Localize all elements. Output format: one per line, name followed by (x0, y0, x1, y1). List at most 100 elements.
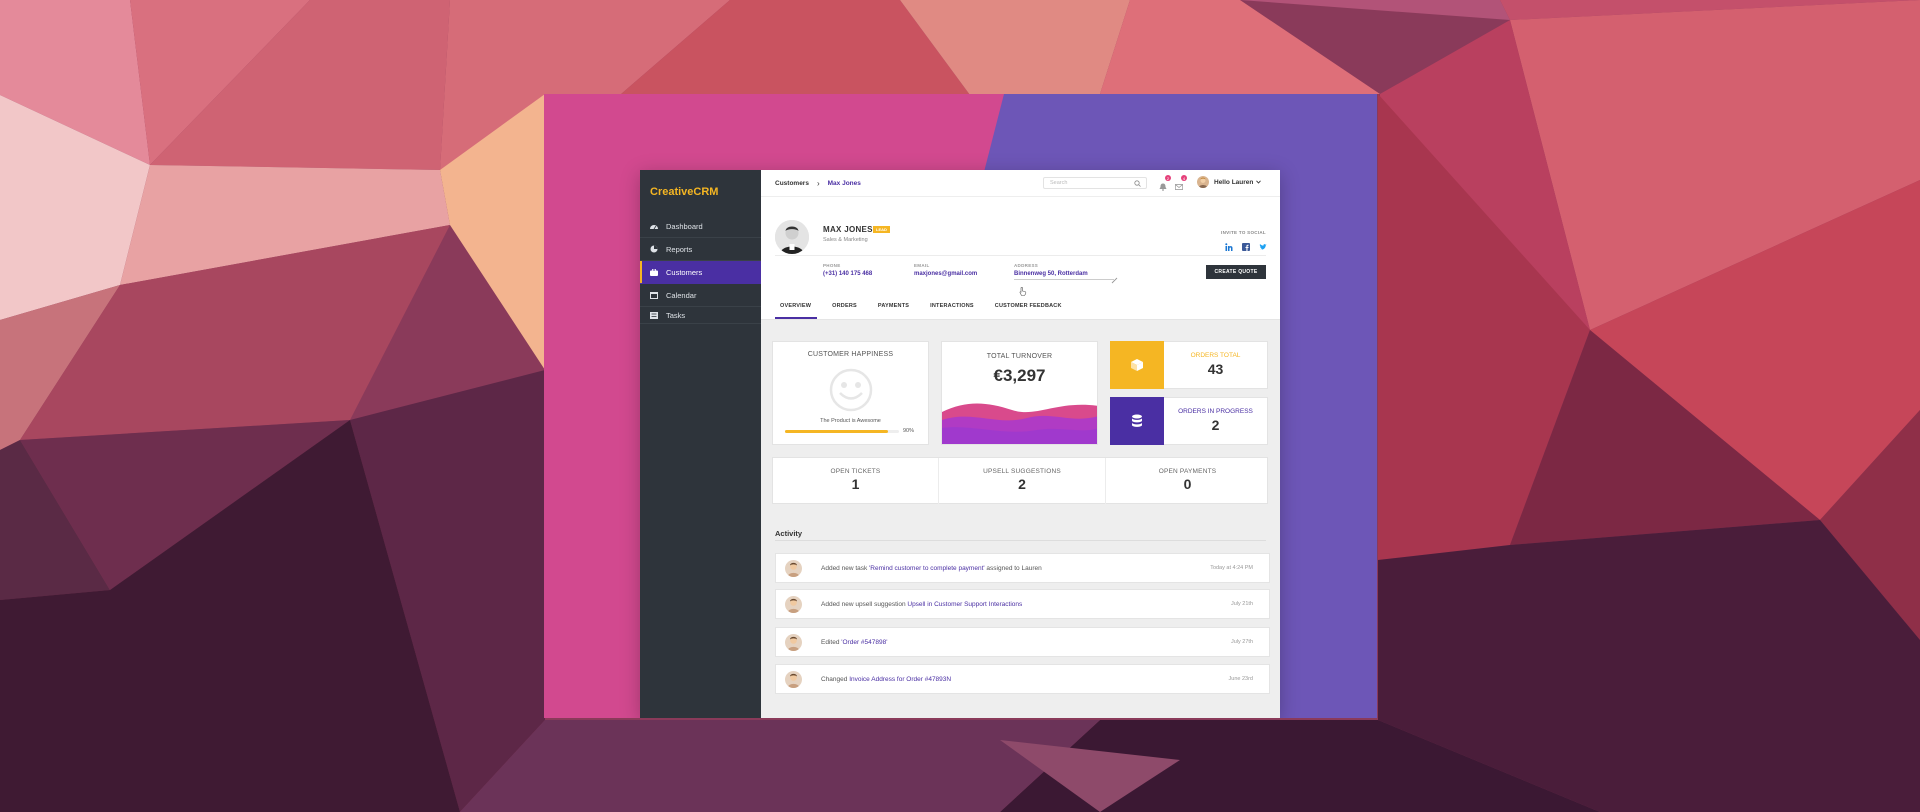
sidebar-item-calendar[interactable]: Calendar (640, 284, 761, 307)
sidebar: CreativeCRM Dashboard Reports Customers … (640, 170, 761, 718)
breadcrumb-customers[interactable]: Customers (775, 180, 809, 187)
stat-open-tickets[interactable]: OPEN TICKETS 1 (773, 458, 939, 504)
avatar (785, 595, 802, 613)
card-title: CUSTOMER HAPPINESS (807, 351, 894, 358)
orders-total-label: ORDERS TOTAL (1190, 352, 1241, 359)
activity-title: Activity (775, 529, 803, 538)
orders-total-card: ORDERS TOTAL 43 (1110, 341, 1268, 389)
sidebar-item-label: Tasks (666, 310, 686, 320)
stat-label: OPEN TICKETS (830, 468, 881, 475)
activity-text: Added new upsell suggestion Upsell in Cu… (821, 600, 1023, 608)
avatar (1197, 176, 1209, 188)
stat-value: 0 (1183, 476, 1192, 492)
sidebar-item-tasks[interactable]: Tasks (640, 307, 761, 324)
activity-time: June 23rd (1228, 676, 1253, 682)
card-title: TOTAL TURNOVER (986, 353, 1053, 360)
social-links (1225, 238, 1267, 256)
sidebar-item-dashboard[interactable]: Dashboard (640, 215, 761, 238)
main-content: Customers › Max Jones Search 2 4 Hello L… (761, 170, 1280, 718)
stat-open-payments[interactable]: OPEN PAYMENTS 0 (1106, 458, 1269, 504)
crm-app-window: CreativeCRM Dashboard Reports Customers … (640, 170, 1280, 718)
pie-chart-icon (650, 245, 658, 253)
top-bar: Customers › Max Jones Search 2 4 Hello L… (761, 170, 1280, 197)
happiness-percent: 90% (903, 428, 915, 434)
divider (775, 255, 1266, 256)
sidebar-item-customers[interactable]: Customers (640, 261, 761, 284)
activity-item[interactable]: Changed Invoice Address for Order #47893… (775, 664, 1270, 694)
customer-happiness-card: CUSTOMER HAPPINESS The Product is Awesom… (772, 341, 929, 445)
list-icon (650, 311, 658, 319)
profile-tabs: OVERVIEW ORDERS PAYMENTS INTERACTIONS CU… (775, 303, 1078, 319)
chevron-right-icon: › (816, 178, 820, 188)
linkedin-icon[interactable] (1225, 238, 1233, 256)
social-label: INVITE TO SOCIAL (1221, 230, 1266, 235)
facebook-icon[interactable] (1242, 238, 1250, 256)
sidebar-item-label: Customers (666, 267, 703, 277)
customer-role: Sales & Marketing (823, 237, 868, 243)
profile-header: MAX JONES LEAD Sales & Marketing INVITE … (761, 197, 1280, 320)
happiness-bar (785, 430, 899, 433)
lead-badge: LEAD (873, 226, 890, 233)
activity-item[interactable]: Added new upsell suggestion Upsell in Cu… (775, 589, 1270, 619)
orders-progress-value: 2 (1211, 417, 1220, 433)
stat-label: OPEN PAYMENTS (1158, 468, 1217, 475)
stats-row: OPEN TICKETS 1 UPSELL SUGGESTIONS 2 OPEN… (772, 457, 1268, 504)
user-menu[interactable]: Hello Lauren (1197, 176, 1262, 188)
avatar (785, 633, 802, 651)
address-label: ADDRESS (1014, 263, 1039, 268)
sidebar-item-label: Dashboard (666, 221, 703, 231)
activity-link[interactable]: 'Order #547898' (841, 639, 887, 646)
bell-icon[interactable]: 2 (1159, 175, 1171, 196)
notification-badge: 4 (1181, 175, 1187, 181)
avatar (785, 670, 802, 688)
phone-value[interactable]: (+31) 140 175 468 (823, 271, 872, 277)
stat-label: UPSELL SUGGESTIONS (983, 468, 1061, 475)
dashboard-icon (650, 223, 658, 230)
search-input[interactable]: Search (1043, 177, 1147, 189)
turnover-wave (942, 403, 1097, 444)
orders-total-value: 43 (1207, 361, 1224, 377)
tab-overview[interactable]: OVERVIEW (775, 303, 818, 319)
database-icon (1110, 397, 1164, 445)
create-quote-button[interactable]: CREATE QUOTE (1206, 265, 1266, 279)
search-icon[interactable] (1134, 180, 1141, 189)
app-logo[interactable]: CreativeCRM (640, 170, 761, 215)
email-label: EMAIL (914, 263, 930, 268)
activity-link[interactable]: 'Remind customer to complete payment' (869, 565, 985, 572)
tab-orders[interactable]: ORDERS (827, 303, 863, 319)
sidebar-item-reports[interactable]: Reports (640, 238, 761, 261)
turnover-value: €3,297 (993, 366, 1046, 385)
happiness-caption: The Product is Awesome (820, 418, 881, 424)
tab-customer-feedback[interactable]: CUSTOMER FEEDBACK (990, 303, 1068, 319)
box-icon (1110, 341, 1164, 389)
cursor-icon (1019, 283, 1027, 301)
chevron-down-icon (1256, 179, 1262, 186)
notification-badge: 2 (1165, 175, 1171, 181)
sidebar-item-label: Calendar (666, 290, 697, 300)
divider (775, 540, 1266, 541)
activity-text: Changed Invoice Address for Order #47893… (821, 675, 952, 683)
activity-item[interactable]: Edited 'Order #547898' July 27th (775, 627, 1270, 657)
stat-upsell-suggestions[interactable]: UPSELL SUGGESTIONS 2 (939, 458, 1106, 504)
stat-value: 1 (851, 476, 860, 492)
twitter-icon[interactable] (1259, 238, 1267, 256)
tab-payments[interactable]: PAYMENTS (873, 303, 915, 319)
avatar (775, 220, 809, 254)
email-value[interactable]: maxjones@gmail.com (914, 271, 977, 277)
activity-link[interactable]: Upsell in Customer Support Interactions (907, 601, 1022, 608)
calendar-icon (650, 292, 658, 299)
smiley-icon (829, 368, 873, 417)
address-field[interactable]: Binnenweg 50, Rotterdam (1014, 271, 1088, 277)
avatar (785, 559, 802, 577)
orders-progress-label: ORDERS IN PROGRESS (1178, 408, 1253, 415)
activity-link[interactable]: Invoice Address for Order #47893N (849, 676, 951, 683)
edit-icon[interactable] (1111, 271, 1118, 289)
activity-item[interactable]: Added new task 'Remind customer to compl… (775, 553, 1270, 583)
tab-interactions[interactable]: INTERACTIONS (925, 303, 980, 319)
activity-time: July 27th (1230, 639, 1253, 645)
customer-name: MAX JONES (823, 225, 873, 234)
mail-icon[interactable]: 4 (1174, 175, 1187, 196)
breadcrumb-current: Max Jones (827, 179, 861, 187)
user-greeting: Hello Lauren (1214, 178, 1254, 186)
briefcase-icon (650, 268, 658, 276)
